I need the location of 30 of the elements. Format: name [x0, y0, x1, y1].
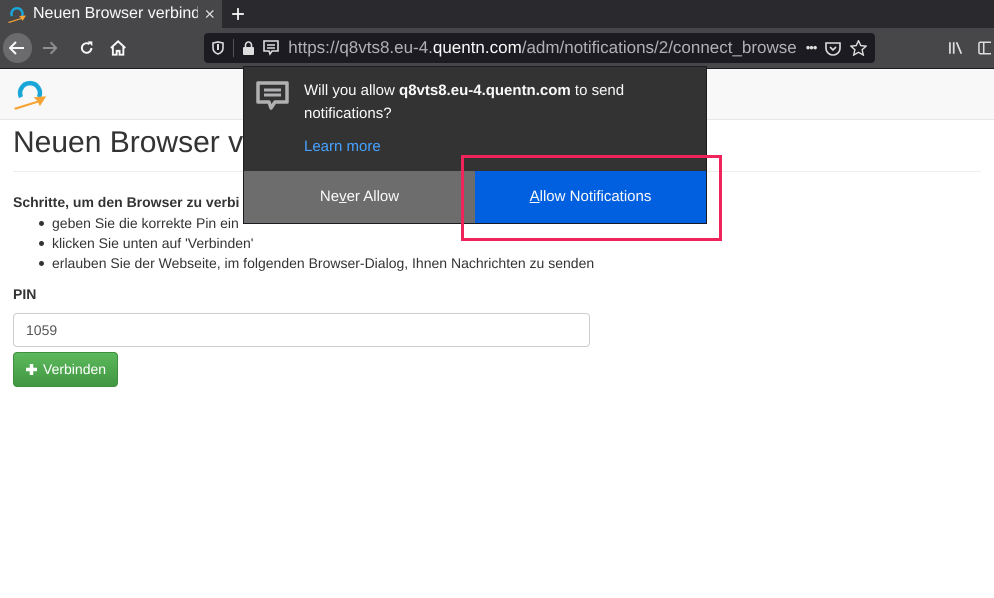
back-button[interactable] [3, 33, 32, 63]
lock-icon[interactable] [243, 41, 254, 55]
url-text: https://q8vts8.eu-4.quentn.com/adm/notifications/2/connect_browse [288, 37, 797, 60]
back-arrow-icon [9, 41, 26, 55]
forward-arrow-icon[interactable] [42, 41, 57, 55]
address-bar[interactable]: https://q8vts8.eu-4.quentn.com/adm/notifications/2/connect_browse ••• [204, 33, 876, 63]
allow-button[interactable]: Allow Notifications [475, 171, 706, 223]
step-item: geben Sie die korrekte Pin ein [52, 214, 239, 233]
step-item: klicken Sie unten auf 'Verbinden' [52, 234, 254, 253]
logo-icon [12, 78, 48, 110]
shield-icon[interactable] [212, 41, 224, 55]
step-item: erlauben Sie der Webseite, im folgenden Browser-Dialog, Ihnen Nachrichten zu senden [52, 254, 594, 273]
steps-title: Schritte, um den Browser zu verbi [13, 193, 240, 212]
pin-field[interactable]: 1059 [13, 313, 590, 347]
more-actions-button[interactable]: ••• [806, 38, 816, 58]
plus-icon [25, 363, 38, 376]
site-logo-icon [7, 6, 27, 22]
learn-more-link[interactable]: Learn more [304, 136, 381, 158]
message-icon[interactable] [263, 40, 280, 56]
library-icon[interactable] [948, 41, 964, 55]
home-icon[interactable] [110, 40, 126, 56]
pin-label: PIN [13, 285, 36, 304]
never-allow-button[interactable]: Never Allow [244, 171, 475, 223]
close-tab-button[interactable]: × [204, 0, 215, 28]
star-icon[interactable] [850, 40, 868, 56]
message-icon [255, 81, 290, 113]
sidebar-icon[interactable] [978, 41, 991, 55]
new-tab-button[interactable]: + [231, 3, 246, 27]
pocket-icon[interactable] [825, 40, 842, 56]
reload-icon[interactable] [78, 40, 94, 56]
